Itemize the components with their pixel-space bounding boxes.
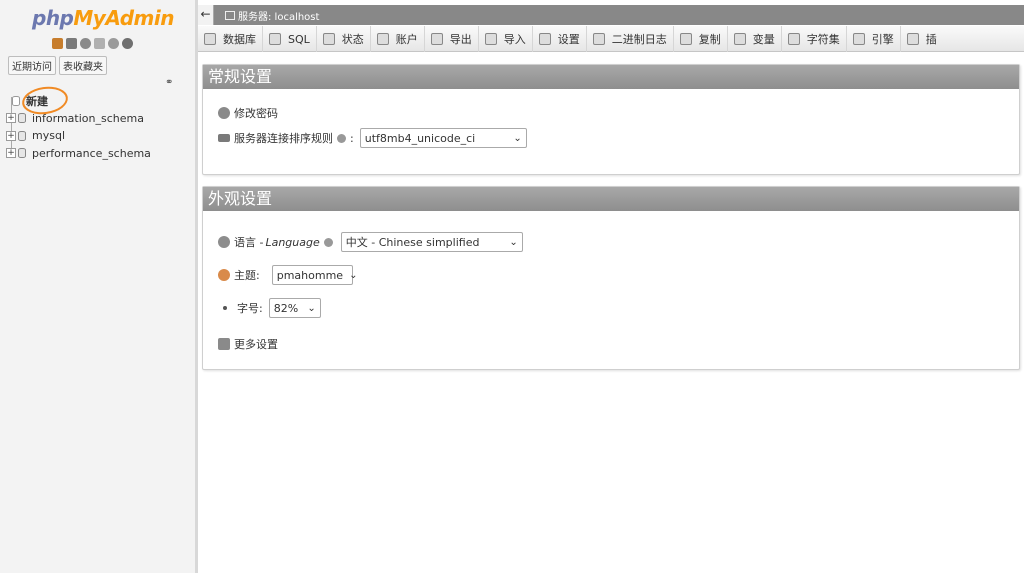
help-icon[interactable] — [80, 38, 91, 49]
tab-export[interactable]: 导出 — [425, 26, 479, 52]
charset-icon — [787, 33, 800, 45]
theme-label: 主题: — [234, 269, 260, 282]
more-settings-link[interactable]: 更多设置 — [218, 336, 278, 352]
change-password-link[interactable]: 修改密码 — [218, 105, 278, 121]
database-icon — [18, 148, 26, 159]
expand-icon[interactable]: + — [6, 130, 16, 141]
database-icon — [18, 130, 26, 141]
tab-import[interactable]: 导入 — [479, 26, 533, 52]
tab-settings[interactable]: 设置 — [533, 26, 587, 52]
log-icon — [592, 33, 605, 45]
theme-row: 主题: pmahomme ⌄ — [218, 265, 357, 285]
chevron-down-icon: ⌄ — [307, 302, 316, 314]
recent-tables-button[interactable]: 近期访问 — [8, 56, 56, 75]
export-icon — [430, 33, 443, 45]
quick-links: 近期访问 表收藏夹 — [8, 56, 107, 75]
new-database-icon — [12, 95, 20, 106]
settings-gear-icon[interactable] — [108, 38, 119, 49]
expand-icon[interactable]: + — [6, 148, 16, 159]
main-menu: 数据库 SQL 状态 账户 导出 导入 设置 二进制日志 复制 变量 字符集 引… — [198, 26, 1024, 52]
language-select[interactable]: 中文 - Chinese simplified ⌄ — [340, 232, 523, 252]
help-icon[interactable] — [323, 237, 333, 247]
panel-title: 外观设置 — [203, 187, 1019, 211]
language-row: 语言 - Language 中文 - Chinese simplified ⌄ — [218, 232, 523, 252]
help-icon[interactable] — [337, 133, 346, 143]
panel-title: 常规设置 — [203, 65, 1019, 89]
nav-resize-handle[interactable] — [195, 0, 198, 573]
palette-icon — [218, 269, 230, 281]
tree-item-label: mysql — [32, 129, 65, 143]
tab-status[interactable]: 状态 — [317, 26, 371, 52]
font-size-select[interactable]: 82% ⌄ — [268, 298, 321, 318]
link-chain-icon[interactable]: ⚭ — [165, 77, 173, 88]
tree-item-label: information_schema — [32, 111, 144, 125]
chevron-down-icon: ⌄ — [513, 132, 522, 144]
collapse-nav-button[interactable]: ← — [198, 5, 214, 25]
tree-item-label: performance_schema — [32, 146, 151, 160]
collation-row: 服务器连接排序规则 : utf8mb4_unicode_ci ⌄ — [218, 128, 527, 148]
appearance-settings-panel: 外观设置 语言 - Language 中文 - Chinese simplifi… — [202, 186, 1020, 370]
tree-item-performance-schema[interactable]: + performance_schema — [6, 145, 191, 163]
home-icon[interactable] — [52, 38, 63, 49]
sql-icon — [269, 33, 281, 45]
tab-databases[interactable]: 数据库 — [198, 26, 263, 52]
tab-variables[interactable]: 变量 — [728, 26, 782, 52]
favorite-tables-button[interactable]: 表收藏夹 — [59, 56, 107, 75]
plugin-icon — [906, 33, 919, 45]
theme-select[interactable]: pmahomme ⌄ — [271, 265, 357, 285]
logout-icon[interactable] — [66, 38, 77, 49]
tab-accounts[interactable]: 账户 — [371, 26, 425, 52]
nav-icon-bar — [52, 38, 133, 49]
navigation-panel: phpMyAdmin 近期访问 表收藏夹 ⚭ 新建 + information_… — [0, 0, 197, 573]
database-icon — [204, 33, 216, 45]
collation-label: 服务器连接排序规则 — [234, 132, 333, 145]
reload-icon[interactable] — [122, 38, 133, 49]
users-icon — [376, 33, 389, 45]
wrench-icon — [538, 33, 551, 45]
replication-icon — [679, 33, 692, 45]
phpmyadmin-logo[interactable]: phpMyAdmin — [32, 6, 174, 30]
wrench-icon — [218, 338, 230, 350]
database-icon — [18, 113, 26, 124]
chevron-down-icon: ⌄ — [509, 236, 518, 248]
bullet-icon — [223, 306, 227, 310]
variables-icon — [733, 33, 746, 45]
tab-engines[interactable]: 引擎 — [847, 26, 901, 52]
tab-binary-log[interactable]: 二进制日志 — [587, 26, 674, 52]
chevron-down-icon: ⌄ — [349, 269, 358, 281]
tab-plugins[interactable]: 插 — [901, 26, 943, 52]
status-icon — [322, 33, 335, 45]
key-icon — [218, 107, 230, 119]
tab-sql[interactable]: SQL — [263, 26, 317, 52]
docs-icon[interactable] — [94, 38, 105, 49]
collation-select[interactable]: utf8mb4_unicode_ci ⌄ — [359, 128, 527, 148]
engine-icon — [852, 33, 865, 45]
breadcrumb-server[interactable]: 服务器: localhost — [238, 8, 319, 23]
tab-replication[interactable]: 复制 — [674, 26, 728, 52]
import-icon — [484, 33, 497, 45]
expand-icon[interactable]: + — [6, 113, 16, 124]
language-label: 语言 - — [234, 236, 264, 249]
list-icon — [218, 134, 230, 142]
font-size-row: 字号: 82% ⌄ — [218, 298, 321, 318]
general-settings-panel: 常规设置 修改密码 服务器连接排序规则 : utf8mb4_unicode_ci… — [202, 64, 1020, 175]
tab-charsets[interactable]: 字符集 — [782, 26, 847, 52]
server-icon — [225, 10, 235, 20]
tree-item-mysql[interactable]: + mysql — [6, 127, 191, 145]
font-size-label: 字号: — [237, 302, 263, 315]
language-icon — [218, 236, 230, 248]
server-breadcrumb-bar: ← 服务器: localhost — [198, 5, 1024, 25]
